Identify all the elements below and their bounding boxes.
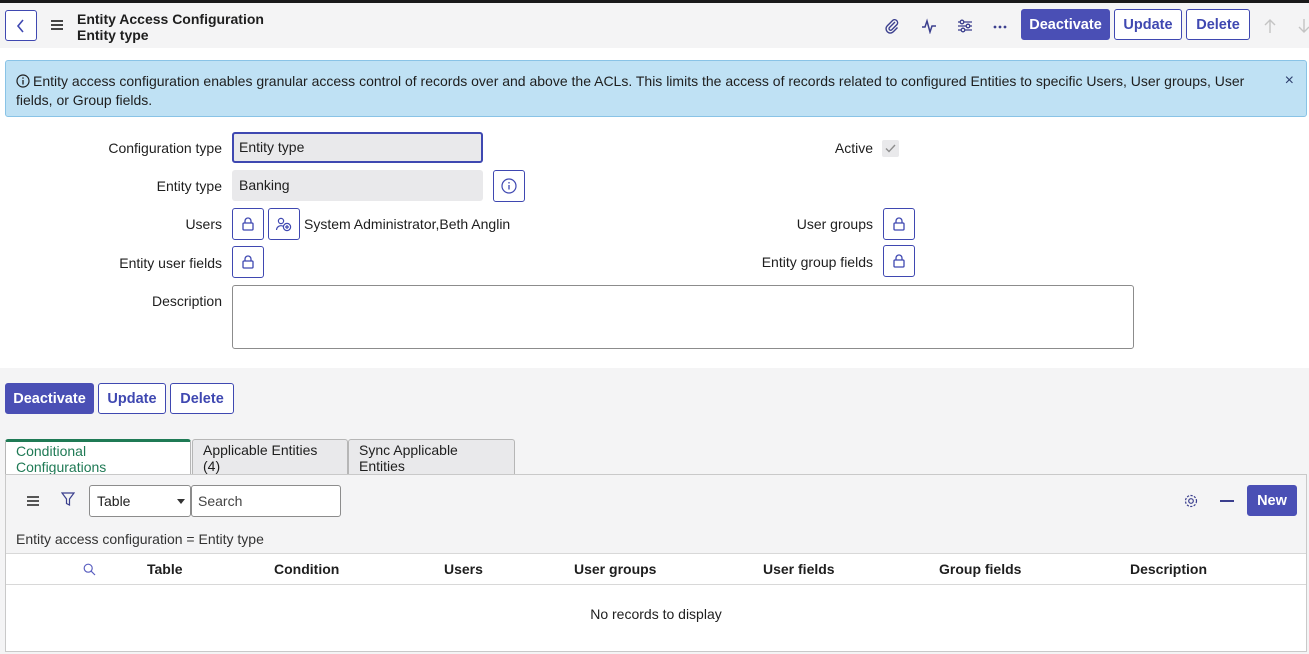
filter-breadcrumb[interactable]: Entity access configuration = Entity typ… <box>6 525 1306 553</box>
select-value: Table <box>97 493 131 509</box>
arrow-up-icon[interactable] <box>1261 17 1279 35</box>
tab-sync-applicable-entities[interactable]: Sync Applicable Entities <box>348 439 515 475</box>
delete-button[interactable]: Delete <box>170 383 234 414</box>
filter-icon[interactable] <box>60 492 76 510</box>
lock-icon <box>893 217 905 231</box>
empty-list-message: No records to display <box>590 606 722 622</box>
column-header-condition[interactable]: Condition <box>274 561 339 577</box>
add-user-icon <box>275 217 292 232</box>
header-delete-button[interactable]: Delete <box>1186 9 1250 40</box>
list-menu-icon[interactable] <box>27 496 39 506</box>
header-deactivate-button[interactable]: Deactivate <box>1021 9 1110 40</box>
users-value: System Administrator,Beth Anglin <box>304 216 511 232</box>
header-update-button[interactable]: Update <box>1114 9 1182 40</box>
lock-icon <box>242 217 254 231</box>
tab-applicable-entities[interactable]: Applicable Entities (4) <box>192 439 348 475</box>
search-field-select[interactable]: Table <box>89 485 191 517</box>
activity-icon[interactable] <box>920 17 938 35</box>
entity-type-field[interactable]: Banking <box>232 170 483 201</box>
column-search-icon[interactable] <box>83 563 96 579</box>
entity-type-label: Entity type <box>156 178 222 194</box>
column-header-group-fields[interactable]: Group fields <box>939 561 1021 577</box>
users-label: Users <box>185 216 222 232</box>
deactivate-button[interactable]: Deactivate <box>5 383 94 414</box>
new-button[interactable]: New <box>1247 485 1297 516</box>
arrow-down-icon[interactable] <box>1295 17 1309 35</box>
menu-icon[interactable] <box>51 20 63 30</box>
entity-user-fields-lock-button[interactable] <box>232 246 264 278</box>
checkmark-icon <box>885 144 896 153</box>
column-header-row: Table Condition Users User groups User f… <box>6 553 1306 585</box>
entity-type-info-button[interactable] <box>493 170 525 202</box>
entity-group-fields-lock-button[interactable] <box>883 245 915 277</box>
column-header-users[interactable]: Users <box>444 561 483 577</box>
users-lock-button[interactable] <box>232 208 264 240</box>
configuration-type-label: Configuration type <box>108 140 222 156</box>
lock-icon <box>242 255 254 269</box>
collapse-icon[interactable] <box>1220 500 1234 502</box>
entity-user-fields-label: Entity user fields <box>119 255 222 271</box>
search-input[interactable]: Search <box>191 485 341 517</box>
info-icon <box>501 178 517 194</box>
info-banner: Entity access configuration enables gran… <box>5 60 1307 117</box>
back-button[interactable] <box>5 10 37 41</box>
users-add-button[interactable] <box>268 208 300 240</box>
caret-down-icon <box>177 499 185 504</box>
conditional-configurations-list: Table Search New Entity access configura… <box>5 474 1307 652</box>
tab-conditional-configurations[interactable]: Conditional Configurations <box>5 439 191 475</box>
active-label: Active <box>834 140 873 156</box>
configuration-type-field[interactable]: Entity type <box>232 132 483 163</box>
list-toolbar: Table Search New <box>6 475 1306 525</box>
gear-icon[interactable] <box>1183 493 1199 512</box>
active-checkbox[interactable] <box>882 140 899 157</box>
page-subtitle: Entity type <box>77 27 149 43</box>
paperclip-icon[interactable] <box>883 17 901 35</box>
lock-icon <box>893 254 905 268</box>
more-icon[interactable] <box>991 17 1009 35</box>
description-label: Description <box>151 293 222 309</box>
info-icon <box>16 74 30 88</box>
column-header-description[interactable]: Description <box>1130 561 1207 577</box>
column-header-table[interactable]: Table <box>147 561 183 577</box>
update-button[interactable]: Update <box>98 383 166 414</box>
close-icon[interactable]: × <box>1285 72 1294 90</box>
back-icon <box>16 18 24 33</box>
user-groups-lock-button[interactable] <box>883 208 915 240</box>
description-textarea[interactable] <box>232 285 1134 349</box>
settings-sliders-icon[interactable] <box>956 17 974 35</box>
column-header-user-fields[interactable]: User fields <box>763 561 835 577</box>
entity-group-fields-label: Entity group fields <box>761 254 873 270</box>
user-groups-label: User groups <box>796 216 873 232</box>
page-title: Entity Access Configuration <box>77 11 264 27</box>
banner-text: Entity access configuration enables gran… <box>16 73 1245 108</box>
form-header: Entity Access Configuration Entity type … <box>0 3 1309 48</box>
column-header-user-groups[interactable]: User groups <box>574 561 656 577</box>
